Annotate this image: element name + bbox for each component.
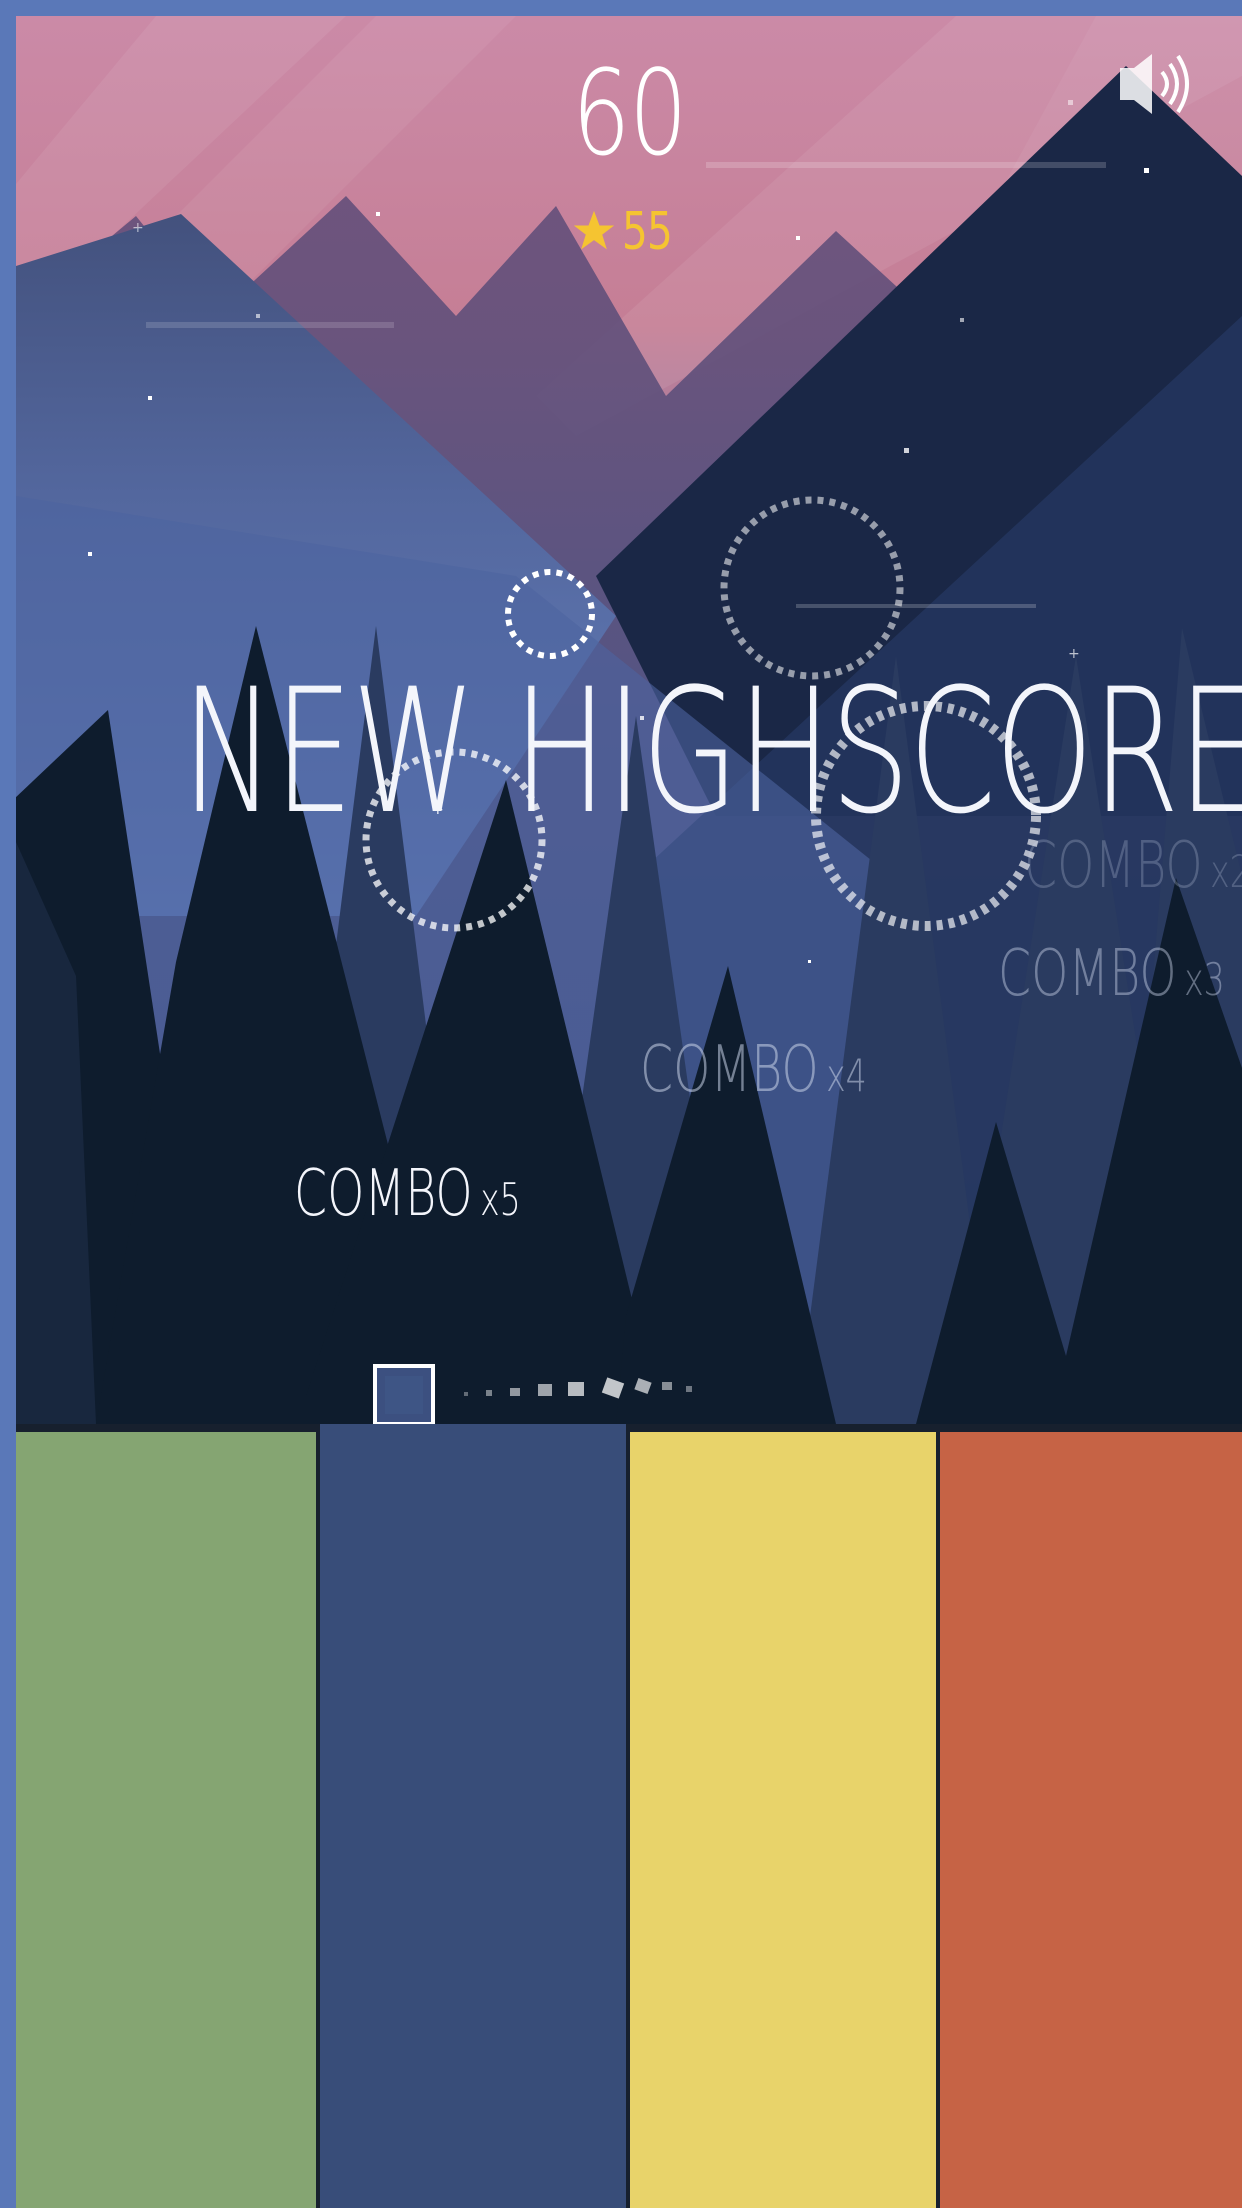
game-frame: + + + + <box>0 0 1242 2208</box>
speaker-volume-icon[interactable] <box>1120 54 1200 124</box>
combo-multiplier: x4 <box>826 1049 867 1102</box>
combo-label: COMBO <box>640 1033 819 1107</box>
game-scene: + + + + <box>16 16 1242 1424</box>
combo-x4: COMBO x4 <box>640 1038 867 1102</box>
combo-x3: COMBO x3 <box>998 942 1225 1006</box>
player-square <box>373 1364 435 1424</box>
current-score: 60 <box>571 44 688 182</box>
color-pads <box>16 1424 1242 2208</box>
combo-x5: COMBO x5 <box>294 1162 521 1226</box>
pad-blue[interactable] <box>320 1424 626 2208</box>
combo-label: COMBO <box>998 937 1177 1011</box>
combo-multiplier: x3 <box>1184 953 1225 1006</box>
new-highscore-banner: NEW HIGHSCORE <box>181 651 1242 852</box>
combo-multiplier: x2 <box>1210 845 1242 898</box>
star-icon <box>573 210 615 250</box>
combo-label: COMBO <box>294 1157 473 1231</box>
pad-orange[interactable] <box>940 1432 1242 2208</box>
combo-multiplier: x5 <box>480 1173 521 1226</box>
pad-yellow[interactable] <box>630 1432 936 2208</box>
combo-x2: COMBOx2 <box>1024 834 1242 898</box>
combo-label: COMBO <box>1024 829 1203 903</box>
pad-green[interactable] <box>16 1432 316 2208</box>
best-score: 55 <box>16 206 1242 258</box>
best-score-value: 55 <box>621 202 673 262</box>
